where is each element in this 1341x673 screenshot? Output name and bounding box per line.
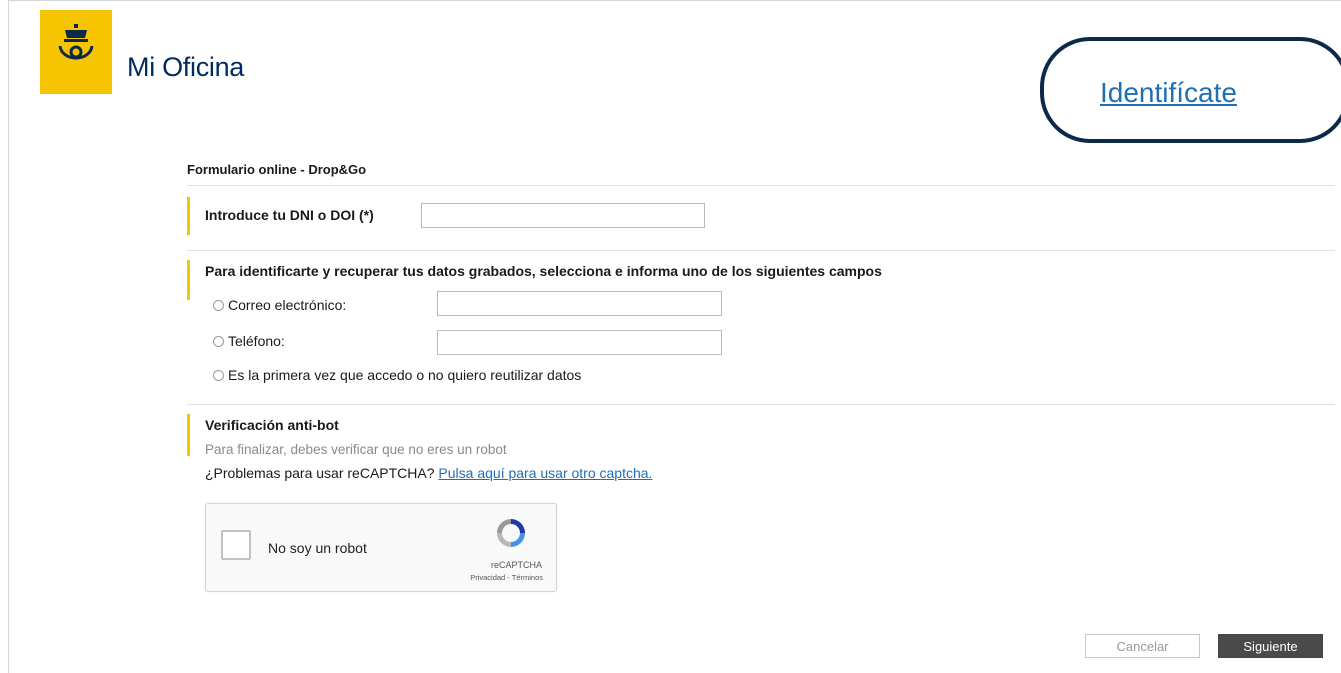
recaptcha-icon [497,519,525,547]
form-title: Formulario online - Drop&Go [187,162,367,177]
captcha-problem-text: ¿Problemas para usar reCAPTCHA? [205,465,435,481]
radio-email-label: Correo electrónico: [228,297,347,313]
cancel-button[interactable]: Cancelar [1085,634,1200,658]
antibot-hint: Para finalizar, debes verificar que no e… [205,442,507,457]
next-button[interactable]: Siguiente [1218,634,1323,658]
recaptcha-brand: reCAPTCHA [490,560,542,570]
phone-field[interactable] [437,330,722,355]
radio-phone[interactable]: Teléfono: [213,333,285,349]
antibot-heading: Verificación anti-bot [205,417,339,433]
section-marker [187,260,190,300]
radio-button[interactable] [213,369,224,381]
postal-horn-crown-icon [58,24,94,60]
divider [187,185,1335,186]
login-link[interactable]: Identifícate [1100,77,1237,109]
recaptcha-label: No soy un robot [268,540,367,556]
radio-phone-label: Teléfono: [228,333,285,349]
recaptcha-privacy-terms[interactable]: Privacidad - Términos [470,573,543,582]
recaptcha-widget: No soy un robot reCAPTCHA Privacidad - T… [205,503,557,592]
dni-label: Introduce tu DNI o DOI (*) [205,207,374,223]
correos-logo[interactable] [40,10,112,94]
alternate-captcha-link[interactable]: Pulsa aquí para usar otro captcha. [438,465,652,481]
section-marker [187,197,190,235]
app-title: Mi Oficina [127,52,245,82]
recaptcha-checkbox[interactable] [221,530,251,560]
section-marker [187,414,190,456]
dni-input[interactable] [421,203,705,228]
identify-heading: Para identificarte y recuperar tus datos… [205,263,882,279]
radio-first-time[interactable]: Es la primera vez que accedo o no quiero… [213,367,581,383]
radio-button[interactable] [213,299,224,311]
radio-first-time-label: Es la primera vez que accedo o no quiero… [228,367,582,383]
captcha-problem: ¿Problemas para usar reCAPTCHA? Pulsa aq… [205,465,652,481]
radio-button[interactable] [213,335,224,347]
radio-email[interactable]: Correo electrónico: [213,297,346,313]
divider [187,250,1335,251]
email-field[interactable] [437,291,722,316]
divider [187,404,1335,405]
